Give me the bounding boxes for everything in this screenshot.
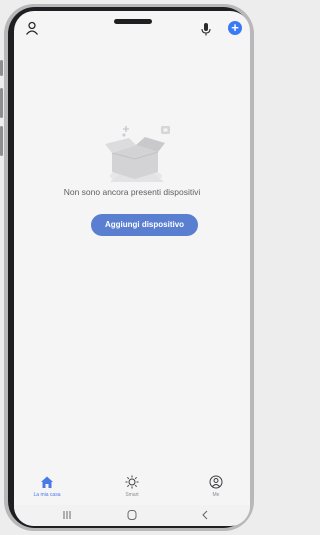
profile-icon[interactable] xyxy=(25,21,39,35)
microphone-icon[interactable] xyxy=(200,22,212,36)
tab-label: Me xyxy=(212,492,220,498)
home-icon xyxy=(41,476,53,488)
tab-label: La mia casa xyxy=(33,492,61,498)
tab-la-mia-casa[interactable]: La mia casa xyxy=(17,475,77,505)
back-icon[interactable] xyxy=(198,509,212,521)
empty-box-illustration xyxy=(102,122,174,183)
home-circle-icon[interactable] xyxy=(125,509,139,521)
tab-label: Smart xyxy=(125,492,139,498)
empty-state-message: Non sono ancora presenti dispositivi xyxy=(63,187,201,197)
add-device-button[interactable]: Aggiungi dispositivo xyxy=(91,214,198,236)
user-icon xyxy=(209,475,223,489)
tab-smart[interactable]: Smart xyxy=(102,475,162,505)
add-device-icon[interactable]: + xyxy=(228,21,242,35)
phone-side-button xyxy=(0,60,3,76)
sun-icon xyxy=(125,475,139,489)
phone-side-button xyxy=(0,88,3,118)
recents-icon[interactable] xyxy=(60,509,74,521)
phone-side-button xyxy=(0,126,3,156)
tab-me[interactable]: Me xyxy=(186,475,246,505)
system-navigation-bar xyxy=(14,505,250,526)
earpiece-speaker xyxy=(114,19,152,24)
bottom-tab-bar: La mia casa Smart Me xyxy=(14,475,250,505)
app-screen: + Non sono ancora presenti dispositivi A… xyxy=(14,11,250,526)
